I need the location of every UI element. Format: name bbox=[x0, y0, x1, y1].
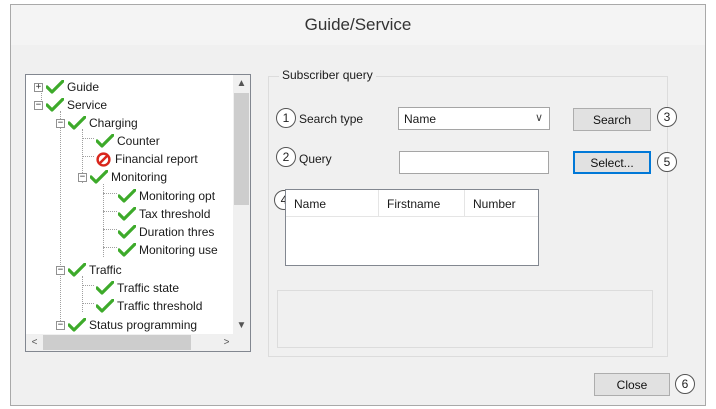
tree-node-duration-threshold[interactable]: Duration thres bbox=[118, 223, 214, 241]
group-label: Subscriber query bbox=[279, 68, 376, 82]
tree-node-label: Financial report bbox=[115, 152, 198, 166]
results-list[interactable]: Name Firstname Number bbox=[285, 189, 539, 266]
no-entry-icon bbox=[96, 151, 111, 167]
column-header-name[interactable]: Name bbox=[286, 190, 379, 217]
callout-marker: 3 bbox=[657, 107, 677, 127]
tree-node-label: Duration thres bbox=[139, 225, 215, 239]
search-type-value: Name bbox=[404, 111, 437, 126]
green-check-icon bbox=[96, 299, 114, 313]
scroll-corner bbox=[233, 334, 250, 351]
green-check-icon bbox=[96, 134, 114, 148]
select-button[interactable]: Select... bbox=[573, 151, 651, 174]
green-check-icon bbox=[46, 80, 64, 94]
tree-horizontal-scrollbar[interactable]: < > bbox=[26, 334, 235, 351]
query-label: Query bbox=[299, 152, 332, 166]
tree-node-traffic-threshold[interactable]: Traffic threshold bbox=[96, 297, 202, 315]
callout-marker: 2 bbox=[276, 147, 296, 167]
tree-node-label: Traffic bbox=[89, 263, 122, 277]
window-title: Guide/Service bbox=[11, 5, 705, 45]
tree-node-label: Counter bbox=[117, 134, 160, 148]
green-check-icon bbox=[68, 318, 86, 332]
tree-node-label: Charging bbox=[89, 116, 138, 130]
tree-node-traffic[interactable]: − Traffic bbox=[56, 261, 122, 279]
tree-node-service[interactable]: − Service bbox=[34, 96, 107, 114]
scroll-thumb[interactable] bbox=[43, 335, 191, 350]
callout-marker: 5 bbox=[657, 152, 677, 172]
callout-marker: 6 bbox=[675, 374, 695, 394]
query-input[interactable] bbox=[399, 151, 549, 174]
green-check-icon bbox=[68, 116, 86, 130]
green-check-icon bbox=[118, 189, 136, 203]
tree-node-traffic-state[interactable]: Traffic state bbox=[96, 279, 179, 297]
tree-node-status-programming[interactable]: − Status programming bbox=[56, 316, 197, 334]
expand-icon[interactable]: + bbox=[34, 82, 43, 92]
column-header-firstname[interactable]: Firstname bbox=[379, 190, 465, 217]
green-check-icon bbox=[118, 225, 136, 239]
collapse-icon[interactable]: − bbox=[56, 320, 65, 330]
tree-node-label: Status programming bbox=[89, 318, 198, 332]
scroll-down-icon[interactable]: ▼ bbox=[233, 317, 250, 334]
tree-vertical-scrollbar[interactable]: ▲ ▼ bbox=[233, 75, 250, 334]
tree-node-counter[interactable]: Counter bbox=[96, 132, 160, 150]
callout-marker: 1 bbox=[276, 108, 296, 128]
results-header: Name Firstname Number bbox=[286, 190, 538, 217]
tree-node-label: Tax threshold bbox=[139, 207, 211, 221]
collapse-icon[interactable]: − bbox=[56, 265, 65, 275]
tree-node-financial-report[interactable]: Financial report bbox=[96, 150, 198, 168]
tree-node-label: Monitoring bbox=[111, 170, 168, 184]
collapse-icon[interactable]: − bbox=[34, 100, 43, 110]
tree-node-label: Service bbox=[67, 98, 108, 112]
tree-node-label: Monitoring use bbox=[139, 243, 218, 257]
tree-node-monitoring[interactable]: − Monitoring bbox=[78, 168, 167, 186]
green-check-icon bbox=[68, 263, 86, 277]
close-button[interactable]: Close bbox=[594, 373, 670, 396]
search-type-label: Search type bbox=[299, 112, 364, 126]
tree-node-charging[interactable]: − Charging bbox=[56, 114, 138, 132]
scroll-up-icon[interactable]: ▲ bbox=[233, 75, 250, 92]
scroll-left-icon[interactable]: < bbox=[26, 334, 43, 351]
green-check-icon bbox=[118, 207, 136, 221]
scroll-thumb[interactable] bbox=[234, 93, 249, 205]
tree-node-label: Guide bbox=[67, 80, 100, 94]
info-panel bbox=[277, 290, 653, 348]
tree-node-guide[interactable]: + Guide bbox=[34, 78, 99, 96]
tree-node-label: Monitoring opt bbox=[139, 189, 216, 203]
column-header-number[interactable]: Number bbox=[465, 190, 539, 217]
collapse-icon[interactable]: − bbox=[78, 172, 87, 182]
tree-node-tax-threshold[interactable]: Tax threshold bbox=[118, 205, 210, 223]
collapse-icon[interactable]: − bbox=[56, 118, 65, 128]
tree-node-label: Traffic state bbox=[117, 281, 180, 295]
tree-node-label: Traffic threshold bbox=[117, 299, 203, 313]
tree-node-monitoring-use[interactable]: Monitoring use bbox=[118, 241, 218, 259]
chevron-down-icon[interactable]: ∨ bbox=[535, 111, 543, 124]
search-type-select[interactable]: Name ∨ bbox=[398, 107, 550, 130]
service-tree[interactable]: + Guide − Service − Charging Counter Fin… bbox=[25, 74, 251, 352]
tree-content: + Guide − Service − Charging Counter Fin… bbox=[26, 75, 220, 334]
green-check-icon bbox=[90, 170, 108, 184]
tree-node-monitoring-opt[interactable]: Monitoring opt bbox=[118, 187, 215, 205]
green-check-icon bbox=[46, 98, 64, 112]
search-button[interactable]: Search bbox=[573, 108, 651, 131]
green-check-icon bbox=[96, 281, 114, 295]
green-check-icon bbox=[118, 243, 136, 257]
